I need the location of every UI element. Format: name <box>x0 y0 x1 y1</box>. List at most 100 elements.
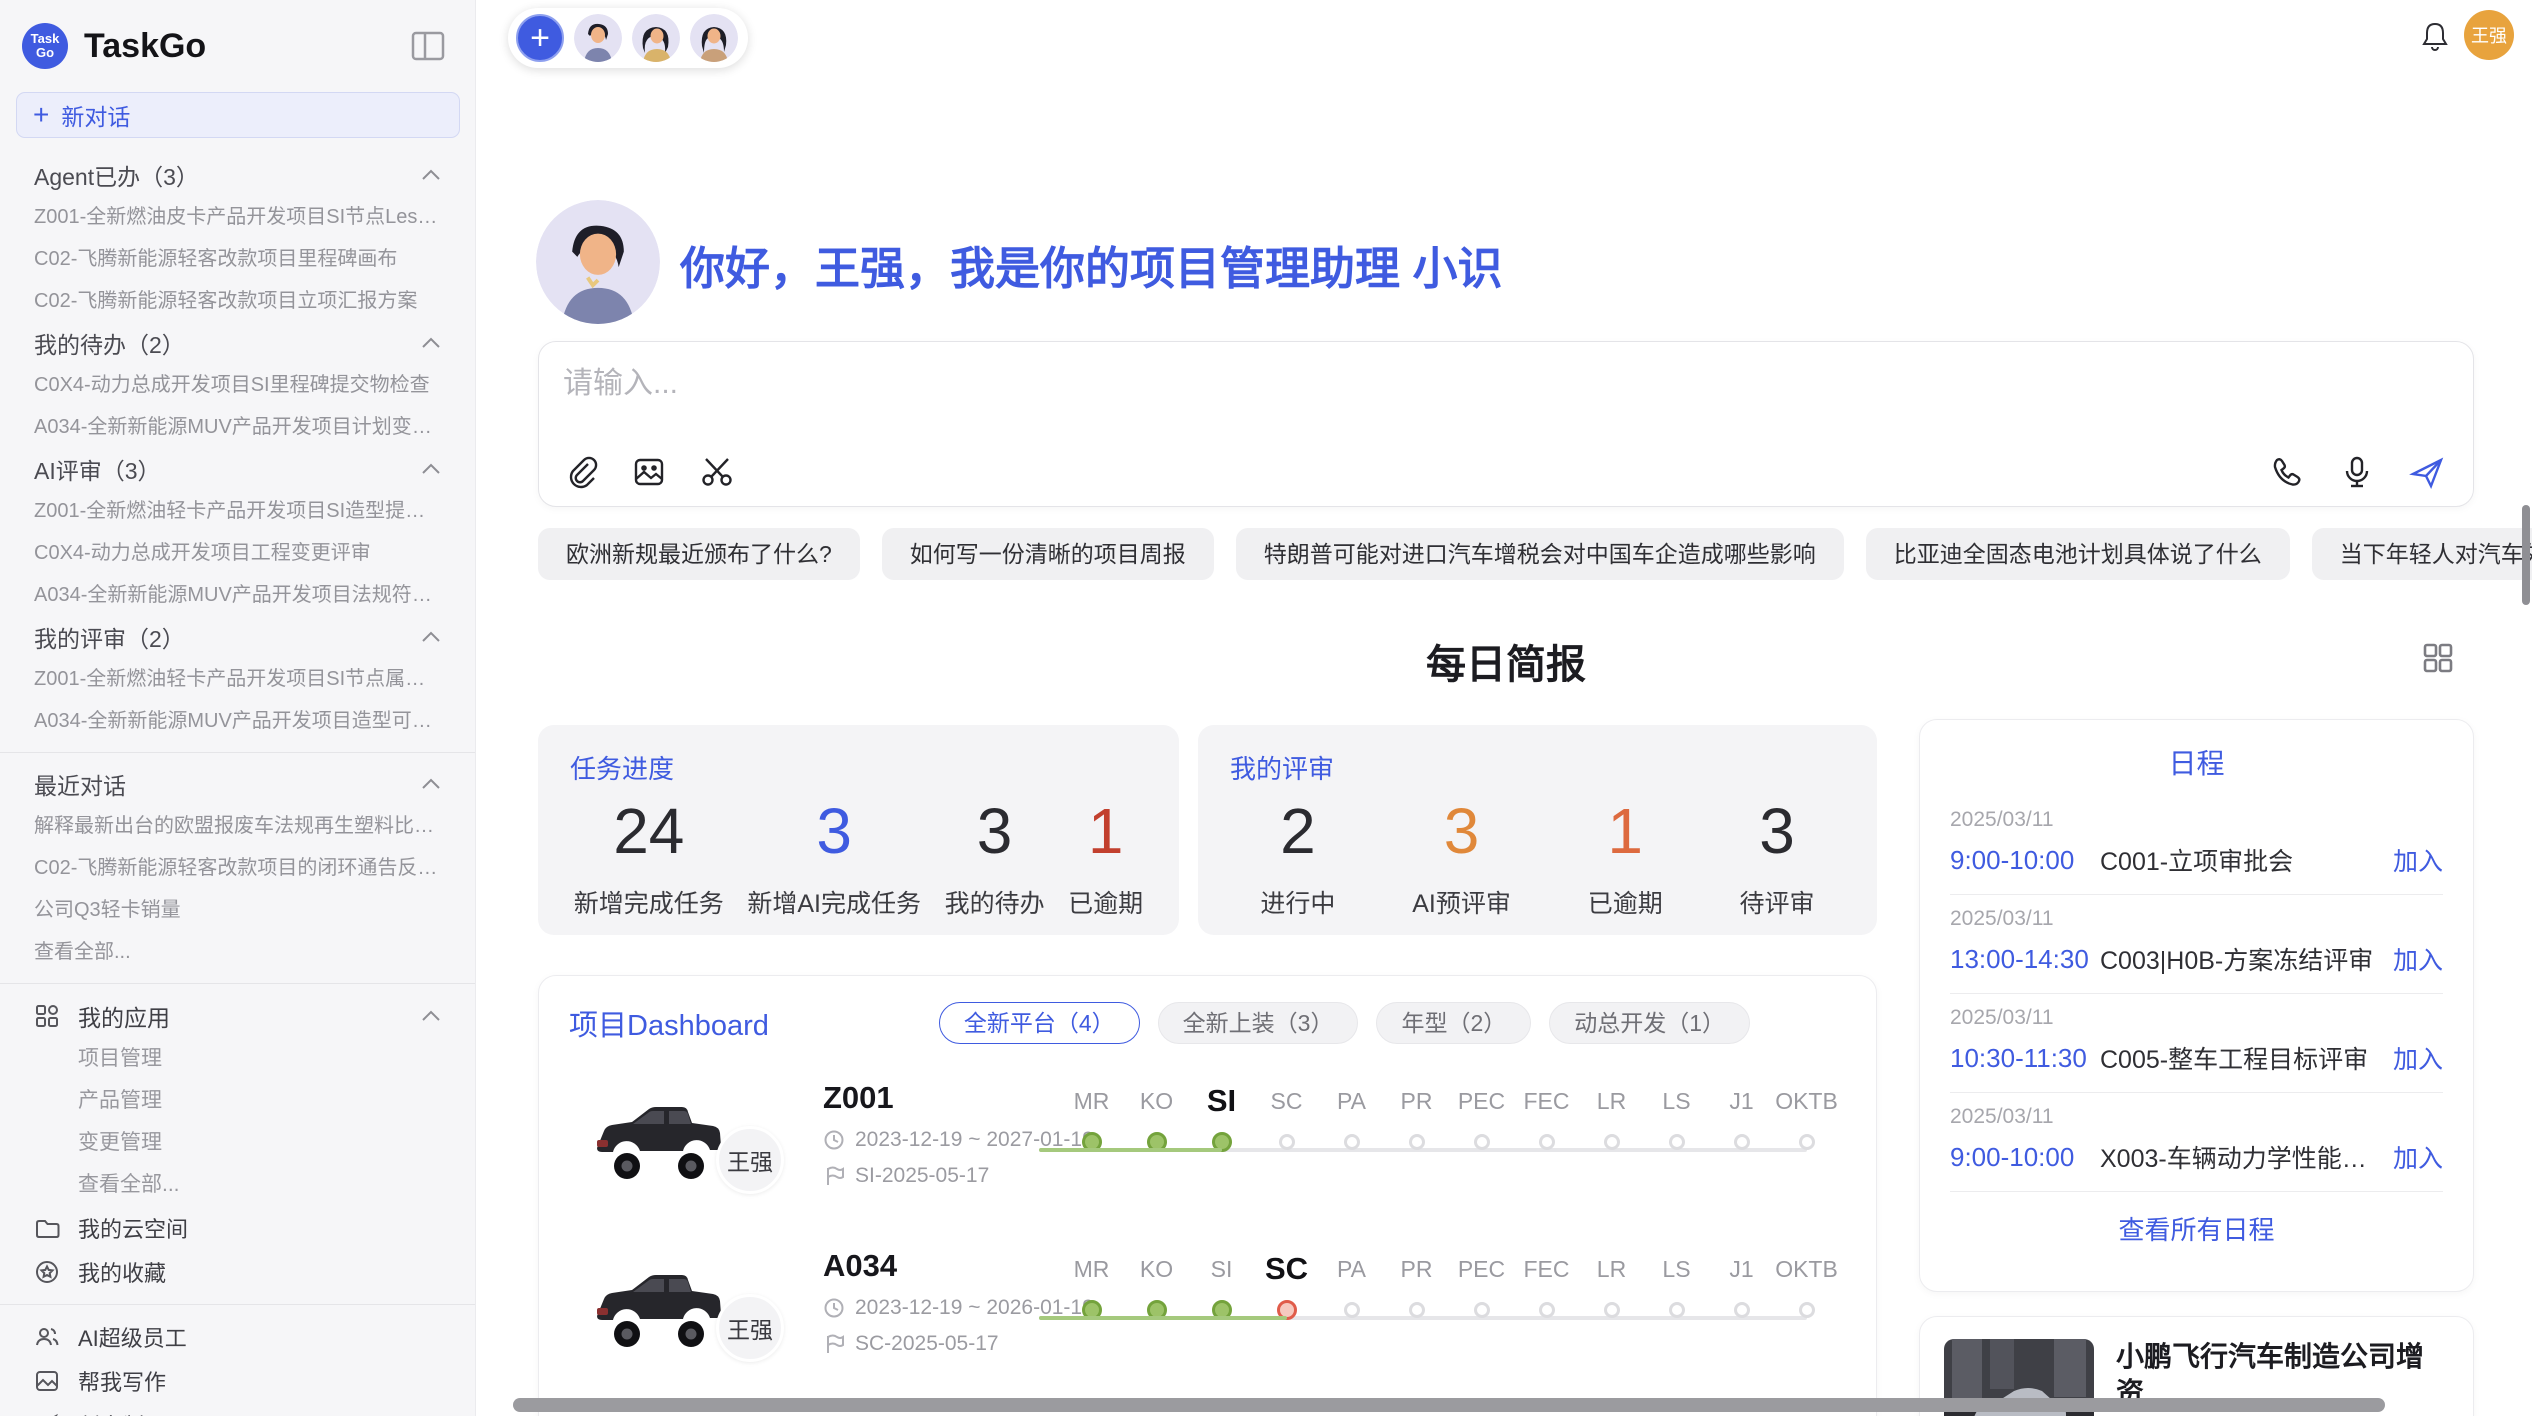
scissors-icon[interactable] <box>699 454 735 490</box>
suggestion-chip[interactable]: 当下年轻人对汽车外观有怎样的喜好趋势 <box>2312 528 2532 580</box>
chat-input[interactable] <box>563 358 1763 410</box>
milestone-PEC: PEC <box>1449 1078 1514 1152</box>
app-item-project-mgmt[interactable]: 项目管理 <box>0 1038 475 1080</box>
truck-image <box>587 1084 725 1184</box>
milestone-LS: LS <box>1644 1246 1709 1320</box>
recent-conversation-item[interactable]: 解释最新出台的欧盟报废车法规再生塑料比例被调至15%... <box>0 805 475 847</box>
horizontal-scrollbar[interactable] <box>513 1398 2385 1412</box>
sidebar-section-agent-done[interactable]: Agent已办（3） <box>0 154 475 196</box>
microphone-icon[interactable] <box>2339 454 2375 490</box>
sidebar-item[interactable]: C02-飞腾新能源轻客改款项目里程碑画布 <box>0 238 475 280</box>
suggestion-chips: 欧洲新规最近颁布了什么? 如何写一份清晰的项目周报 特朗普可能对进口汽车增税会对… <box>538 528 2474 580</box>
user-avatar[interactable]: 王强 <box>2464 10 2514 60</box>
sidebar-item-creative-drawing[interactable]: 创意制图 <box>0 1403 475 1416</box>
sidebar-item-cloud-space[interactable]: 我的云空间 <box>0 1206 475 1250</box>
milestone-timeline: MRKOSISCPAPRPECFECLRLSJ1OKTB <box>1059 1078 1839 1152</box>
sidebar-item[interactable]: Z001-全新燃油皮卡产品开发项目SI节点Lesson Learn报告 <box>0 196 475 238</box>
recent-conversation-item[interactable]: 公司Q3轻卡销量 <box>0 889 475 931</box>
milestone-PEC: PEC <box>1449 1246 1514 1320</box>
flag-icon <box>823 1333 845 1355</box>
milestone-KO: KO <box>1124 1078 1189 1152</box>
suggestion-chip[interactable]: 特朗普可能对进口汽车增税会对中国车企造成哪些影响 <box>1236 528 1844 580</box>
assistant-avatar <box>536 200 660 324</box>
app-item-change-mgmt[interactable]: 变更管理 <box>0 1122 475 1164</box>
collapse-panel-icon[interactable] <box>411 31 445 61</box>
tab-new-platform[interactable]: 全新平台（4） <box>939 1002 1140 1044</box>
milestone-SC: SC <box>1254 1078 1319 1152</box>
image-icon[interactable] <box>631 454 667 490</box>
suggestion-chip[interactable]: 欧洲新规最近颁布了什么? <box>538 528 860 580</box>
recent-conversation-item[interactable]: C02-飞腾新能源轻客改款项目的闭环通告反馈情况 <box>0 847 475 889</box>
milestone-LR: LR <box>1579 1078 1644 1152</box>
join-link[interactable]: 加入 <box>2393 1139 2443 1175</box>
sidebar-section-my-review[interactable]: 我的评审（2） <box>0 616 475 658</box>
my-review-card: 我的评审 2进行中 3AI预评审 1已逾期 3待评审 <box>1198 725 1877 935</box>
sidebar-item[interactable]: A034-全新新能源MUV产品开发项目法规符合性评审 <box>0 574 475 616</box>
notifications-bell-icon[interactable] <box>2420 20 2450 52</box>
sidebar-item-help-me-write[interactable]: 帮我写作 <box>0 1359 475 1403</box>
input-attachments <box>563 454 735 490</box>
paperclip-icon[interactable] <box>563 454 599 490</box>
sidebar-item[interactable]: Z001-全新燃油轻卡产品开发项目SI节点属性5D文件评审 <box>0 658 475 700</box>
tab-model-year[interactable]: 年型（2） <box>1376 1002 1531 1044</box>
new-chat-button[interactable]: + 新对话 <box>16 92 460 138</box>
task-progress-title: 任务进度 <box>538 725 1179 786</box>
view-all-schedule-link[interactable]: 查看所有日程 <box>1950 1192 2443 1265</box>
milestone-dot <box>1604 1302 1620 1318</box>
stat: 24新增完成任务 <box>574 792 724 920</box>
daily-briefing-title: 每日简报 <box>538 632 2474 690</box>
sidebar-item-ai-super-staff[interactable]: AI超级员工 <box>0 1315 475 1359</box>
schedule-panel: 日程 2025/03/11 9:00-10:00 C001-立项审批会 加入 2… <box>1919 719 2474 1292</box>
sidebar-header: Task Go TaskGo <box>0 18 475 74</box>
new-session-button[interactable]: + <box>516 14 564 62</box>
sidebar-item-favorites[interactable]: 我的收藏 <box>0 1250 475 1294</box>
clock-icon <box>823 1129 845 1151</box>
sidebar-section-my-todo[interactable]: 我的待办（2） <box>0 322 475 364</box>
suggestion-chip[interactable]: 如何写一份清晰的项目周报 <box>882 528 1214 580</box>
schedule-title: 日程 <box>1950 742 2443 782</box>
chevron-up-icon <box>421 778 441 790</box>
sidebar-item[interactable]: Z001-全新燃油轻卡产品开发项目SI造型提交物评审 <box>0 490 475 532</box>
milestone-dot <box>1409 1302 1425 1318</box>
suggestion-chip[interactable]: 比亚迪全固态电池计划具体说了什么 <box>1866 528 2290 580</box>
app-root: Task Go TaskGo + 新对话 Agent已办（3） Z001-全新燃… <box>0 0 2532 1416</box>
session-switcher: + <box>508 8 748 68</box>
users-icon <box>34 1324 60 1350</box>
schedule-date: 2025/03/11 <box>1950 1105 2443 1129</box>
milestone-PA: PA <box>1319 1078 1384 1152</box>
sidebar-section-ai-review[interactable]: AI评审（3） <box>0 448 475 490</box>
project-row[interactable]: 王强 A034 2023-12-19 ~ 2026-01-19 SC-2025-… <box>539 1222 1876 1380</box>
join-link[interactable]: 加入 <box>2393 941 2443 977</box>
join-link[interactable]: 加入 <box>2393 1040 2443 1076</box>
milestone-dot <box>1474 1302 1490 1318</box>
chevron-up-icon <box>421 337 441 349</box>
truck-image <box>587 1252 725 1352</box>
schedule-item: 2025/03/11 13:00-14:30 C003|H0B-方案冻结评审 加… <box>1950 895 2443 993</box>
app-item-view-all[interactable]: 查看全部... <box>0 1164 475 1206</box>
layout-grid-icon[interactable] <box>2420 640 2456 676</box>
milestone-dot <box>1344 1134 1360 1150</box>
app-item-product-mgmt[interactable]: 产品管理 <box>0 1080 475 1122</box>
phone-icon[interactable] <box>2269 454 2305 490</box>
project-row[interactable]: 王强 Z001 2023-12-19 ~ 2027-01-19 SI-2025-… <box>539 1054 1876 1212</box>
sidebar-my-apps[interactable]: 我的应用 <box>0 994 475 1038</box>
sidebar-section-recent[interactable]: 最近对话 <box>0 763 475 805</box>
schedule-time: 13:00-14:30 <box>1950 944 2100 975</box>
agent-avatar[interactable] <box>690 14 738 62</box>
tab-powertrain[interactable]: 动总开发（1） <box>1549 1002 1750 1044</box>
sidebar-item[interactable]: A034-全新新能源MUV产品开发项目造型可行性评审 <box>0 700 475 742</box>
schedule-name: X003-车辆动力学性能验... <box>2100 1139 2393 1175</box>
sidebar-item[interactable]: A034-全新新能源MUV产品开发项目计划变更表编写 <box>0 406 475 448</box>
send-icon[interactable] <box>2409 454 2445 490</box>
join-link[interactable]: 加入 <box>2393 842 2443 878</box>
recent-view-all[interactable]: 查看全部... <box>0 931 475 973</box>
sidebar-item[interactable]: C0X4-动力总成开发项目SI里程碑提交物检查 <box>0 364 475 406</box>
vertical-scrollbar[interactable] <box>2522 505 2530 605</box>
milestone-FEC: FEC <box>1514 1246 1579 1320</box>
sidebar-item[interactable]: C0X4-动力总成开发项目工程变更评审 <box>0 532 475 574</box>
sidebar-item[interactable]: C02-飞腾新能源轻客改款项目立项汇报方案 <box>0 280 475 322</box>
tab-new-body[interactable]: 全新上装（3） <box>1158 1002 1359 1044</box>
agent-avatar[interactable] <box>632 14 680 62</box>
agent-avatar[interactable] <box>574 14 622 62</box>
project-code: A034 <box>823 1248 1094 1284</box>
